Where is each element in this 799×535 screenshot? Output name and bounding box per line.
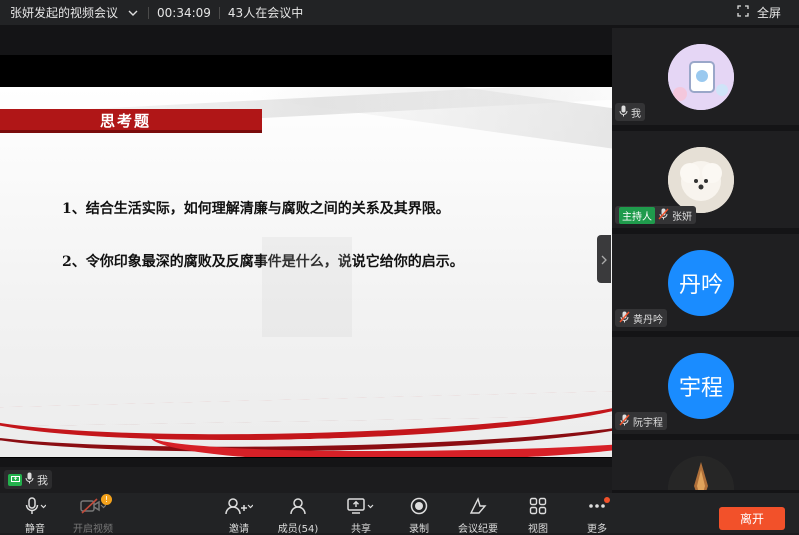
- record-icon: [410, 497, 428, 515]
- divider: [218, 6, 220, 19]
- participant-tile[interactable]: 宇程 阮宇程: [612, 337, 799, 437]
- users-icon: [289, 497, 307, 515]
- self-view-tag[interactable]: 我: [4, 470, 52, 489]
- participant-tile[interactable]: 丹吟 黄丹吟: [612, 234, 799, 334]
- collapse-sidebar-handle[interactable]: [597, 235, 611, 283]
- participant-name-tag: 主持人 张妍: [615, 206, 696, 224]
- screen-share-icon: [8, 473, 22, 486]
- mic-icon: [24, 497, 46, 515]
- share-button[interactable]: 共享: [332, 497, 390, 535]
- start-video-button[interactable]: ! 开启视频: [64, 494, 122, 535]
- participant-name: 张妍: [672, 211, 692, 223]
- presentation-slide: 思考题 1、结合生活实际，如何理解清廉与腐败之间的关系及其界限。 2、令你印象最…: [0, 87, 612, 457]
- view-button[interactable]: 视图: [509, 497, 567, 535]
- avatar: 宇程: [668, 353, 734, 419]
- participant-sidebar: 我 主持人 张妍 丹吟 黄丹吟 宇程 阮宇程: [612, 25, 799, 493]
- mic-muted-icon: [658, 208, 669, 223]
- slide-question-1: 1、结合生活实际，如何理解清廉与腐败之间的关系及其界限。: [62, 201, 450, 217]
- invite-button[interactable]: 邀请: [210, 497, 268, 535]
- participant-name: 阮宇程: [633, 417, 663, 429]
- leave-meeting-button[interactable]: 离开: [719, 507, 785, 530]
- grid-view-icon: [529, 497, 547, 515]
- participant-name: 黄丹吟: [633, 314, 663, 326]
- chevron-right-icon: [601, 250, 607, 269]
- notification-dot: [604, 497, 610, 503]
- chevron-down-icon[interactable]: [126, 6, 140, 20]
- shared-screen-stage: 思考题 1、结合生活实际，如何理解清廉与腐败之间的关系及其界限。 2、令你印象最…: [0, 25, 612, 467]
- meeting-toolbar: 静音 ! 开启视频 邀请 成员(54) 共享 录制 会议纪要 视图 更多: [0, 493, 799, 535]
- top-bar: 张妍发起的视频会议 00:34:09 43人在会议中 全屏: [0, 0, 799, 25]
- divider: [148, 6, 150, 19]
- mic-muted-icon: [619, 414, 630, 429]
- warning-badge: !: [101, 494, 112, 505]
- participant-tile[interactable]: [612, 440, 799, 493]
- members-button[interactable]: 成员(54): [269, 497, 327, 535]
- add-user-icon: [225, 497, 253, 515]
- fullscreen-icon: [737, 5, 749, 20]
- participant-tile[interactable]: 主持人 张妍: [612, 131, 799, 231]
- mic-muted-icon: [619, 311, 630, 326]
- fullscreen-label: 全屏: [756, 6, 781, 20]
- more-button[interactable]: 更多: [568, 497, 626, 535]
- slide-heading-bar: 思考题: [0, 109, 262, 133]
- mute-button[interactable]: 静音: [6, 497, 64, 535]
- fullscreen-button[interactable]: 全屏: [737, 0, 781, 25]
- meeting-title[interactable]: 张妍发起的视频会议: [0, 4, 118, 21]
- participant-count[interactable]: 43人在会议中: [228, 4, 303, 21]
- avatar: [668, 456, 734, 490]
- ai-minutes-icon: [468, 497, 488, 515]
- participant-tile[interactable]: 我: [612, 28, 799, 128]
- mic-icon: [619, 105, 628, 120]
- participant-name-tag: 阮宇程: [615, 412, 667, 430]
- slide-heading: 思考题: [100, 112, 152, 130]
- record-button[interactable]: 录制: [390, 497, 448, 535]
- meeting-duration: 00:34:09: [157, 5, 211, 20]
- avatar: [668, 44, 734, 110]
- avatar: [668, 147, 734, 213]
- self-name: 我: [37, 473, 48, 487]
- avatar: 丹吟: [668, 250, 734, 316]
- participant-name-tag: 黄丹吟: [615, 309, 667, 327]
- participant-name: 我: [631, 108, 641, 120]
- host-badge: 主持人: [619, 206, 655, 224]
- meeting-minutes-button[interactable]: 会议纪要: [449, 497, 507, 535]
- share-screen-icon: [347, 497, 375, 515]
- participant-name-tag: 我: [615, 103, 645, 121]
- mic-icon: [25, 472, 34, 487]
